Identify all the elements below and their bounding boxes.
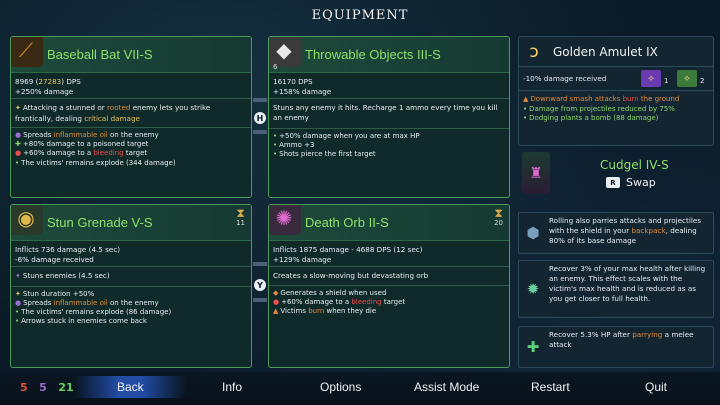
- stun-icon: ✦: [15, 272, 21, 280]
- menu-assist-mode[interactable]: Assist Mode: [414, 380, 479, 394]
- swap-arrow-left: [253, 262, 267, 266]
- death-orb-icon: ✺: [269, 205, 301, 235]
- mutation-2[interactable]: ✹ Recover 3% of your max health after ki…: [518, 260, 714, 318]
- weapon-affixes: • +50% damage when you are at max HP • Amm…: [273, 132, 420, 159]
- secondary-weapon-card[interactable]: ◆ 6 Throwable Objects III-S 16170 DPS +1…: [268, 36, 510, 198]
- hourglass-icon: ⧗: [494, 206, 503, 220]
- cudgel-icon: ♜: [522, 152, 550, 194]
- backpack-weapon-name: Cudgel IV-S: [600, 158, 669, 172]
- fire-icon: ▲: [523, 95, 529, 103]
- mutation-3[interactable]: ✚ Recover 5.3% HP after parrying a melee…: [518, 326, 714, 368]
- weapon-affixes: ● Spreads inflammable oil on the enemy ✚ +…: [11, 128, 251, 171]
- amulet-header: ↄ Golden Amulet IX: [519, 37, 713, 67]
- card-header: ◉ Stun Grenade V-S ⧗ 11: [11, 205, 251, 241]
- affix-poison: ✚ +80% damage to a poisoned target: [15, 140, 149, 149]
- amulet-icon: ↄ: [529, 41, 539, 62]
- swap-arrow-right: [253, 298, 267, 302]
- weapon-stats: 8969 (27283) DPS +250% damage: [11, 73, 251, 99]
- weapon-name: Baseball Bat VII-S: [47, 47, 153, 62]
- skill-name: Stun Grenade V-S: [47, 215, 153, 230]
- backpack-slot[interactable]: ♜ Cudgel IV-S R Swap: [518, 152, 714, 196]
- menu-back[interactable]: Back: [117, 380, 144, 394]
- cooldown: ⧗ 11: [236, 206, 245, 227]
- affix-oil: ● Spreads inflammable oil on the enemy: [15, 131, 159, 139]
- bullet-icon: •: [523, 104, 528, 113]
- amulet-name: Golden Amulet IX: [553, 44, 658, 59]
- tactics-count: 5: [39, 381, 47, 394]
- predator-mutation-icon: ✹: [526, 280, 540, 298]
- affix-explode: • The victims' remains explode (344 damag…: [15, 158, 176, 167]
- baseball-bat-icon: ⟋: [11, 37, 43, 67]
- weapon-stats: 16170 DPS +158% damage: [269, 73, 509, 99]
- skill-stats: Inflicts 736 damage (4.5 sec) -6% damage…: [11, 241, 251, 267]
- shield-icon: ◆: [273, 288, 279, 297]
- skill-right-card[interactable]: ✺ Death Orb II-S ⧗ 20 Inflicts 1875 damag…: [268, 204, 510, 368]
- cooldown: ⧗ 20: [494, 206, 503, 227]
- amulet-stat-row: -10% damage received ⟡ 1 ⟡ 2: [519, 67, 713, 91]
- blood-icon: ●: [273, 297, 280, 306]
- survival-scroll-icon: ⟡: [677, 70, 697, 87]
- skill-description: ✦ Stuns enemies (4.5 sec): [11, 267, 251, 287]
- amulet-affixes: ▲ Downward smash attacks burn the ground …: [523, 95, 680, 122]
- amulet-card[interactable]: ↄ Golden Amulet IX -10% damage received …: [518, 36, 714, 146]
- scroll-counters: 5 5 21: [20, 381, 74, 394]
- swap-button[interactable]: R Swap: [606, 176, 656, 189]
- skill-left-card[interactable]: ◉ Stun Grenade V-S ⧗ 11 Inflicts 736 dama…: [10, 204, 252, 368]
- brutality-count: 5: [20, 381, 28, 394]
- bullet-icon: •: [15, 307, 20, 316]
- stun-icon: ✦: [15, 104, 21, 112]
- swap-label: Swap: [626, 176, 656, 189]
- mutation-1[interactable]: ⬢ Rolling also parries attacks and proje…: [518, 212, 714, 254]
- skill-swap-key[interactable]: Y: [254, 279, 266, 291]
- bullet-icon: •: [273, 150, 278, 159]
- menu-info[interactable]: Info: [222, 380, 242, 394]
- hourglass-icon: ⧗: [236, 206, 245, 220]
- skill-name: Death Orb II-S: [305, 215, 389, 230]
- skill-affixes: ◆ Generates a shield when used ● +60% dama…: [273, 288, 406, 315]
- weapon-description: ✦ Attacking a stunned or rooted enemy let…: [11, 99, 251, 128]
- bullet-icon: •: [273, 132, 278, 140]
- oil-icon: ●: [15, 298, 22, 307]
- bullet-icon: •: [523, 114, 528, 122]
- card-header: ⟋ Baseball Bat VII-S: [11, 37, 251, 73]
- fire-icon: ▲: [273, 306, 279, 315]
- swap-arrow-right: [253, 130, 267, 134]
- menu-restart[interactable]: Restart: [531, 380, 570, 394]
- weapon-name: Throwable Objects III-S: [305, 47, 441, 62]
- menu-options[interactable]: Options: [320, 380, 361, 394]
- stun-grenade-icon: ◉: [11, 205, 43, 235]
- affix-bleed: ● +60% damage to a bleeding target: [15, 149, 148, 158]
- oil-icon: ●: [15, 131, 22, 139]
- primary-weapon-card[interactable]: ⟋ Baseball Bat VII-S 8969 (27283) DPS +2…: [10, 36, 252, 198]
- skill-description: Creates a slow-moving but devastating or…: [269, 267, 509, 286]
- card-header: ◆ 6 Throwable Objects III-S: [269, 37, 509, 73]
- bullet-icon: •: [15, 158, 20, 167]
- stun-icon: ✦: [15, 289, 21, 298]
- bullet-icon: •: [273, 141, 278, 150]
- poison-icon: ✚: [15, 140, 21, 149]
- page-title: EQUIPMENT: [311, 8, 409, 23]
- bullet-icon: •: [15, 317, 20, 326]
- ammo-count: 6: [273, 63, 278, 71]
- skill-affixes: ✦ Stun duration +50% ● Spreads inflammable…: [15, 289, 172, 326]
- heal-mutation-icon: ✚: [526, 338, 540, 356]
- swap-arrow-left: [253, 98, 267, 102]
- weapon-swap-key[interactable]: H: [254, 112, 266, 124]
- shield-mutation-icon: ⬢: [526, 224, 540, 242]
- menu-quit[interactable]: Quit: [645, 380, 667, 394]
- brutality-scroll-icon: ⟡: [641, 70, 661, 87]
- weapon-description: Stuns any enemy it hits. Recharge 1 ammo…: [269, 99, 509, 129]
- swap-key: R: [606, 177, 620, 188]
- blood-icon: ●: [15, 149, 22, 158]
- survival-count: 21: [58, 381, 74, 394]
- skill-stats: Inflicts 1875 damage - 4688 DPS (12 sec)…: [269, 241, 509, 267]
- card-header: ✺ Death Orb II-S ⧗ 20: [269, 205, 509, 241]
